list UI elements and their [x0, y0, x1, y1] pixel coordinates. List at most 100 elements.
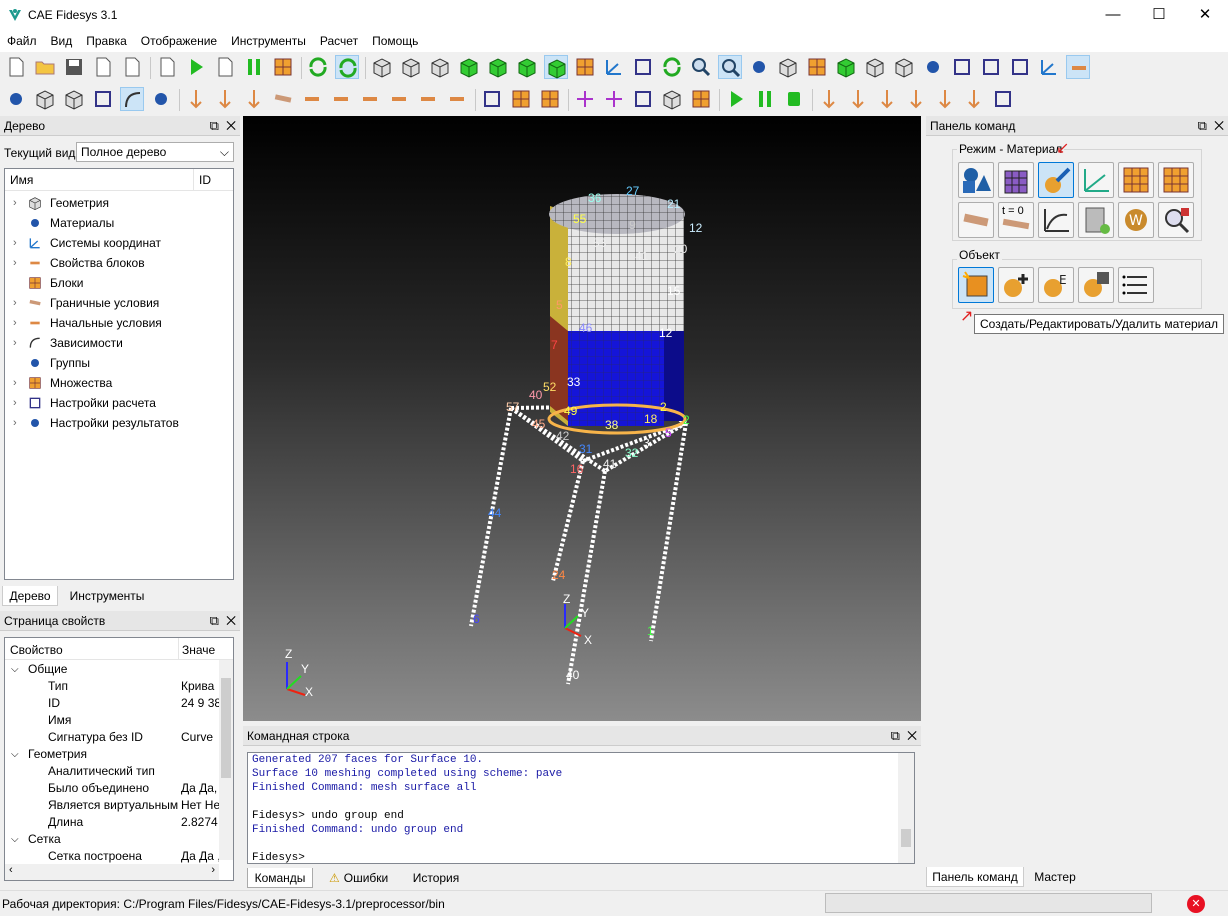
- open-file-icon[interactable]: [33, 55, 57, 79]
- tab-command-panel[interactable]: Панель команд: [926, 867, 1024, 887]
- property-group[interactable]: ⌵ Сетка: [5, 831, 219, 848]
- tree-item[interactable]: Материалы: [5, 213, 233, 233]
- property-row[interactable]: ID 24 9 38: [5, 695, 219, 712]
- properties-table[interactable]: Свойство Значе ⌵ Общие Тип Крива ID 24 9 38 Им…: [4, 637, 234, 881]
- horizontal-scrollbar[interactable]: ‹ ›: [5, 864, 219, 880]
- edit-material-button[interactable]: E: [1038, 267, 1074, 303]
- velocity-icon[interactable]: [387, 87, 411, 111]
- tree-item[interactable]: › Системы координат: [5, 233, 233, 253]
- mesh-block-icon[interactable]: [538, 87, 562, 111]
- panel-float-close-buttons[interactable]: ⧉ ✕: [210, 116, 236, 136]
- panel-float-close-buttons[interactable]: ⧉ ✕: [210, 611, 236, 631]
- select-node-icon[interactable]: [573, 55, 597, 79]
- tab-commands[interactable]: Команды: [247, 868, 313, 888]
- start-calc-icon[interactable]: [724, 87, 748, 111]
- expand-chevron-icon[interactable]: ›: [13, 413, 17, 433]
- coordinate-mode-button[interactable]: [1078, 162, 1114, 198]
- undo-icon[interactable]: [306, 55, 330, 79]
- panel-float-close-buttons[interactable]: ⧉ ✕: [1198, 116, 1224, 136]
- view-shaded-icon[interactable]: [428, 55, 452, 79]
- maximize-button[interactable]: ☐: [1136, 0, 1182, 30]
- view-minus-z-icon[interactable]: [846, 87, 870, 111]
- perspective-icon[interactable]: [776, 55, 800, 79]
- property-row[interactable]: Сетка построена Да Да ,: [5, 848, 219, 865]
- tree-item[interactable]: › Свойства блоков: [5, 253, 233, 273]
- save-material-button[interactable]: [1078, 267, 1114, 303]
- view-minus-x-icon[interactable]: [962, 87, 986, 111]
- tree-col-name[interactable]: Имя: [10, 173, 33, 187]
- tree-item[interactable]: Блоки: [5, 273, 233, 293]
- command-output[interactable]: Generated 207 faces for Surface 10. Surfa…: [247, 752, 915, 864]
- clip-icon[interactable]: [950, 55, 974, 79]
- property-group[interactable]: ⌵ Общие: [5, 661, 219, 678]
- menu-2[interactable]: Правка: [79, 30, 134, 52]
- displacement-icon[interactable]: [242, 87, 266, 111]
- zoom-out-icon[interactable]: [718, 55, 742, 79]
- pause-calc-icon[interactable]: [753, 87, 777, 111]
- 3d-viewport[interactable]: 36 27 21 12 55 9 53 41 20 8 15 5 46 12 7 52 33 40 57 45 49 38…: [243, 116, 921, 721]
- expand-chevron-icon[interactable]: ›: [13, 193, 17, 213]
- spring-icon[interactable]: [416, 87, 440, 111]
- expand-chevron-icon[interactable]: ›: [13, 313, 17, 333]
- tab-tree[interactable]: Дерево: [2, 586, 58, 606]
- expand-chevron-icon[interactable]: ›: [13, 233, 17, 253]
- blocks-mode-button[interactable]: [1118, 162, 1154, 198]
- acceleration-icon[interactable]: [358, 87, 382, 111]
- menu-6[interactable]: Помощь: [365, 30, 425, 52]
- tree-col-id[interactable]: ID: [199, 173, 211, 187]
- expand-chevron-icon[interactable]: ›: [13, 293, 17, 313]
- select-mesh-icon[interactable]: [544, 55, 568, 79]
- minimize-button[interactable]: —: [1090, 0, 1136, 30]
- pick-icon[interactable]: [631, 55, 655, 79]
- collapse-chevron-icon[interactable]: ⌵: [11, 746, 19, 763]
- contact-icon[interactable]: [445, 87, 469, 111]
- save-file-icon[interactable]: [62, 55, 86, 79]
- initial-conditions-button[interactable]: t = 0: [998, 202, 1034, 238]
- menu-3[interactable]: Отображение: [134, 30, 224, 52]
- force-icon[interactable]: [184, 87, 208, 111]
- brick-icon[interactable]: [62, 87, 86, 111]
- block-props-mode-button[interactable]: [1158, 162, 1194, 198]
- property-row[interactable]: Имя: [5, 712, 219, 729]
- view-hidden-icon[interactable]: [399, 55, 423, 79]
- export-icon[interactable]: [120, 55, 144, 79]
- tet-icon[interactable]: [660, 87, 684, 111]
- rotate-icon[interactable]: [660, 55, 684, 79]
- tab-tools[interactable]: Инструменты: [62, 586, 152, 606]
- coord-icon[interactable]: [1037, 55, 1061, 79]
- run-script-icon[interactable]: [184, 55, 208, 79]
- temperature-icon[interactable]: [300, 87, 324, 111]
- create-material-button[interactable]: [958, 267, 994, 303]
- block-icon[interactable]: [480, 87, 504, 111]
- collapse-chevron-icon[interactable]: ⌵: [11, 661, 19, 678]
- measure-icon[interactable]: [1066, 55, 1090, 79]
- quad-icon[interactable]: [689, 87, 713, 111]
- surface-icon[interactable]: [91, 87, 115, 111]
- menu-0[interactable]: Файл: [0, 30, 44, 52]
- zoom-in-icon[interactable]: [689, 55, 713, 79]
- collapse-chevron-icon[interactable]: ⌵: [11, 831, 19, 848]
- fit-icon[interactable]: [747, 55, 771, 79]
- property-row[interactable]: Длина 2.8274: [5, 814, 219, 831]
- tree-item[interactable]: Группы: [5, 353, 233, 373]
- view-wireframe-icon[interactable]: [370, 55, 394, 79]
- tab-errors[interactable]: ⚠ Ошибки: [319, 868, 399, 888]
- vertical-scrollbar[interactable]: [219, 660, 233, 860]
- select-volume-icon[interactable]: [515, 55, 539, 79]
- view-plus-x-icon[interactable]: [933, 87, 957, 111]
- view-minus-y-icon[interactable]: [904, 87, 928, 111]
- new-file-icon[interactable]: [4, 55, 28, 79]
- tree-item[interactable]: › Настройки результатов: [5, 413, 233, 433]
- node-icon[interactable]: [573, 87, 597, 111]
- tools-icon[interactable]: [271, 55, 295, 79]
- select-box-icon[interactable]: [979, 55, 1003, 79]
- geometry-mode-button[interactable]: [958, 162, 994, 198]
- boundary-mode-button[interactable]: [958, 202, 994, 238]
- cut-icon[interactable]: [892, 55, 916, 79]
- property-row[interactable]: Было объединено Да Да,: [5, 780, 219, 797]
- property-row[interactable]: Является виртуальным Нет Не: [5, 797, 219, 814]
- menu-1[interactable]: Вид: [44, 30, 80, 52]
- expand-chevron-icon[interactable]: ›: [13, 393, 17, 413]
- current-view-select[interactable]: Полное дерево ⌵: [76, 142, 234, 162]
- view-smooth-icon[interactable]: [457, 55, 481, 79]
